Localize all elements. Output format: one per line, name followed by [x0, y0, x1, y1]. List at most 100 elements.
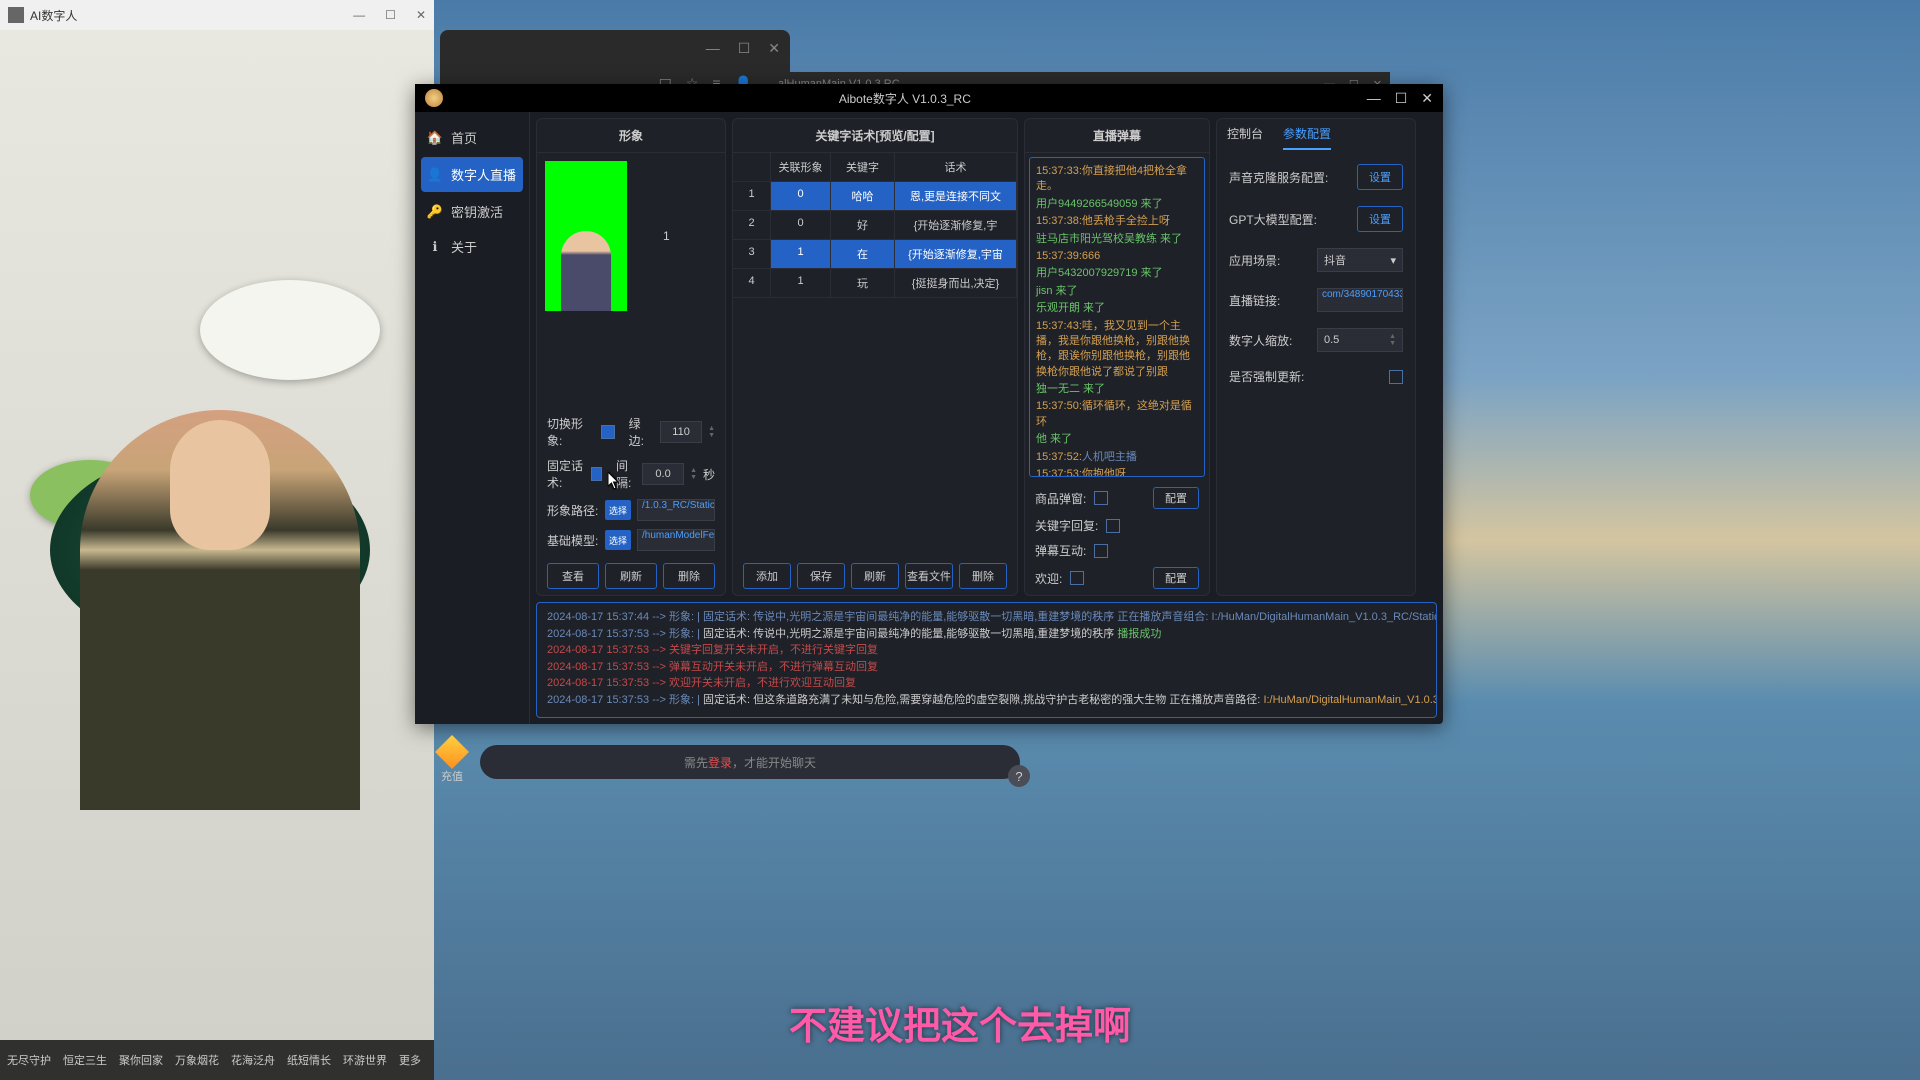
- refresh-button[interactable]: 刷新: [605, 563, 657, 589]
- close-icon[interactable]: ✕: [416, 8, 426, 22]
- config-button[interactable]: 配置: [1153, 487, 1199, 509]
- sidebar-item-label: 数字人直播: [451, 165, 516, 184]
- scene-select[interactable]: 抖音▾: [1317, 248, 1403, 272]
- delete-button[interactable]: 删除: [959, 563, 1007, 589]
- table-row[interactable]: 1 0 哈哈 恩,更是连接不同文: [733, 182, 1017, 211]
- home-icon: 🏠: [427, 130, 443, 146]
- panel-title: 关键字话术[预览/配置]: [733, 119, 1017, 153]
- interval-input[interactable]: [642, 463, 684, 485]
- livestream-content: 无尽守护 恒定三生 聚你回家 万象烟花 花海泛舟 纸短情长 环游世界 更多: [0, 30, 434, 1080]
- image-index: 1: [663, 229, 670, 243]
- live-link-input[interactable]: com/348901704339: [1317, 288, 1403, 312]
- keyword-panel: 关键字话术[预览/配置] 关联形象 关键字 话术 1 0 哈哈 恩,更是连: [732, 118, 1018, 596]
- minimize-icon[interactable]: —: [353, 8, 365, 22]
- panel-title: 直播弹幕: [1025, 119, 1209, 153]
- config-button[interactable]: 配置: [1153, 567, 1199, 589]
- sidebar-item-home[interactable]: 🏠 首页: [415, 120, 529, 155]
- save-button[interactable]: 保存: [797, 563, 845, 589]
- control-panel: 控制台 参数配置 声音克隆服务配置: 设置 GPT大模型配置: 设置: [1216, 118, 1416, 596]
- aibote-main-window: Aibote数字人 V1.0.3_RC — ☐ ✕ 🏠 首页 👤 数字人直播 🔑…: [415, 84, 1443, 724]
- fixed-talk-label: 固定话术:: [547, 457, 585, 491]
- log-panel[interactable]: 2024-08-17 15:37:44 --> 形象: | 固定话术: 传说中,…: [536, 602, 1437, 718]
- aibote-app-icon: [425, 89, 443, 107]
- switch-image-checkbox[interactable]: [601, 425, 614, 439]
- set-button[interactable]: 设置: [1357, 164, 1403, 190]
- spinner-icon[interactable]: ▲▼: [708, 425, 715, 439]
- main-window-title: Aibote数字人 V1.0.3_RC: [839, 90, 971, 107]
- login-link[interactable]: 登录: [708, 754, 732, 771]
- chat-input[interactable]: 需先登录，才能开始聊天 ?: [480, 745, 1020, 779]
- live-link-label: 直播链接:: [1229, 292, 1311, 309]
- danmu-list[interactable]: 15:37:33:你直接把他4把枪全拿走。 用户9449266549059 来了…: [1029, 157, 1205, 477]
- base-model-input[interactable]: /humanModelFemale: [637, 529, 715, 551]
- danmu-panel: 直播弹幕 15:37:33:你直接把他4把枪全拿走。 用户94492665490…: [1024, 118, 1210, 596]
- fixed-talk-checkbox[interactable]: [591, 467, 602, 481]
- background-livestream-window: AI数字人 — ☐ ✕ 无尽守护 恒定三生 聚你回家 万象烟花 花海泛舟 纸短情…: [0, 0, 434, 1080]
- browser-maximize-icon[interactable]: ☐: [738, 40, 751, 57]
- refresh-button[interactable]: 刷新: [851, 563, 899, 589]
- interval-unit: 秒: [703, 466, 715, 483]
- sidebar-item-label: 密钥激活: [451, 202, 503, 221]
- table-row[interactable]: 2 0 好 {开始逐渐修复,宇: [733, 211, 1017, 240]
- sidebar-item-about[interactable]: ℹ 关于: [415, 229, 529, 264]
- spinner-icon[interactable]: ▲▼: [690, 467, 697, 481]
- browse-button[interactable]: 选择: [605, 500, 631, 520]
- add-button[interactable]: 添加: [743, 563, 791, 589]
- scale-input[interactable]: 0.5▲▼: [1317, 328, 1403, 352]
- voice-clone-label: 声音克隆服务配置:: [1229, 169, 1351, 186]
- maximize-icon[interactable]: ☐: [1395, 90, 1408, 107]
- info-icon: ℹ: [427, 239, 443, 255]
- maximize-icon[interactable]: ☐: [385, 8, 396, 22]
- help-icon[interactable]: ?: [1008, 765, 1030, 787]
- set-button[interactable]: 设置: [1357, 206, 1403, 232]
- image-path-label: 形象路径:: [547, 502, 599, 519]
- force-update-label: 是否强制更新:: [1229, 368, 1383, 385]
- sidebar-item-label: 首页: [451, 128, 477, 147]
- tab-params[interactable]: 参数配置: [1283, 125, 1331, 150]
- image-panel: 形象 1 切换形象: 绿边: ▲▼: [536, 118, 726, 596]
- main-titlebar: Aibote数字人 V1.0.3_RC — ☐ ✕: [415, 84, 1443, 112]
- log-line: 2024-08-17 15:37:53 --> 形象: | 固定话术: 但这条道…: [547, 692, 1426, 709]
- key-icon: 🔑: [427, 204, 443, 220]
- browser-close-icon[interactable]: ✕: [768, 40, 780, 57]
- danmu-interact-checkbox[interactable]: [1094, 544, 1108, 558]
- table-row[interactable]: 3 1 在 {开始逐渐修复,宇宙: [733, 240, 1017, 269]
- switch-image-label: 切换形象:: [547, 415, 595, 449]
- gift-tabs[interactable]: 无尽守护 恒定三生 聚你回家 万象烟花 花海泛舟 纸短情长 环游世界 更多: [0, 1040, 434, 1080]
- image-thumbnail[interactable]: [545, 161, 627, 311]
- log-line: 2024-08-17 15:37:44 --> 形象: | 固定话术: 传说中,…: [547, 609, 1426, 626]
- minimize-icon[interactable]: —: [1367, 90, 1381, 107]
- sidebar-item-label: 关于: [451, 237, 477, 256]
- force-update-checkbox[interactable]: [1389, 370, 1403, 384]
- sidebar-item-activation[interactable]: 🔑 密钥激活: [415, 194, 529, 229]
- danmu-interact-label: 弹幕互动:: [1035, 542, 1086, 559]
- interval-label: 间隔:: [616, 457, 636, 491]
- product-danmu-checkbox[interactable]: [1094, 491, 1108, 505]
- view-file-button[interactable]: 查看文件: [905, 563, 953, 589]
- gpt-config-label: GPT大模型配置:: [1229, 211, 1351, 228]
- person-icon: 👤: [427, 167, 443, 183]
- green-border-input[interactable]: [660, 421, 702, 443]
- scene-label: 应用场景:: [1229, 252, 1311, 269]
- image-path-input[interactable]: /1.0.3_RC/Static/Img: [637, 499, 715, 521]
- log-line: 2024-08-17 15:37:53 --> 欢迎开关未开启，不进行欢迎互动回…: [547, 675, 1426, 692]
- diamond-icon[interactable]: [435, 735, 469, 769]
- keyword-reply-label: 关键字回复:: [1035, 517, 1098, 534]
- welcome-checkbox[interactable]: [1070, 571, 1084, 585]
- green-border-label: 绿边:: [629, 415, 654, 449]
- view-button[interactable]: 查看: [547, 563, 599, 589]
- sidebar-item-digital-human[interactable]: 👤 数字人直播: [421, 157, 523, 192]
- table-row[interactable]: 4 1 玩 {挺挺身而出,决定}: [733, 269, 1017, 298]
- delete-button[interactable]: 删除: [663, 563, 715, 589]
- browse-button[interactable]: 选择: [605, 530, 631, 550]
- welcome-label: 欢迎:: [1035, 570, 1062, 587]
- video-subtitle: 不建议把这个去掉啊: [789, 995, 1131, 1050]
- recharge-label[interactable]: 充值: [441, 768, 463, 784]
- close-icon[interactable]: ✕: [1421, 90, 1433, 107]
- browser-minimize-icon[interactable]: —: [706, 40, 720, 57]
- panel-title: 形象: [537, 119, 725, 153]
- keyword-reply-checkbox[interactable]: [1106, 519, 1120, 533]
- chevron-down-icon: ▾: [1390, 254, 1396, 267]
- tab-console[interactable]: 控制台: [1227, 125, 1263, 150]
- log-line: 2024-08-17 15:37:53 --> 形象: | 固定话术: 传说中,…: [547, 626, 1426, 643]
